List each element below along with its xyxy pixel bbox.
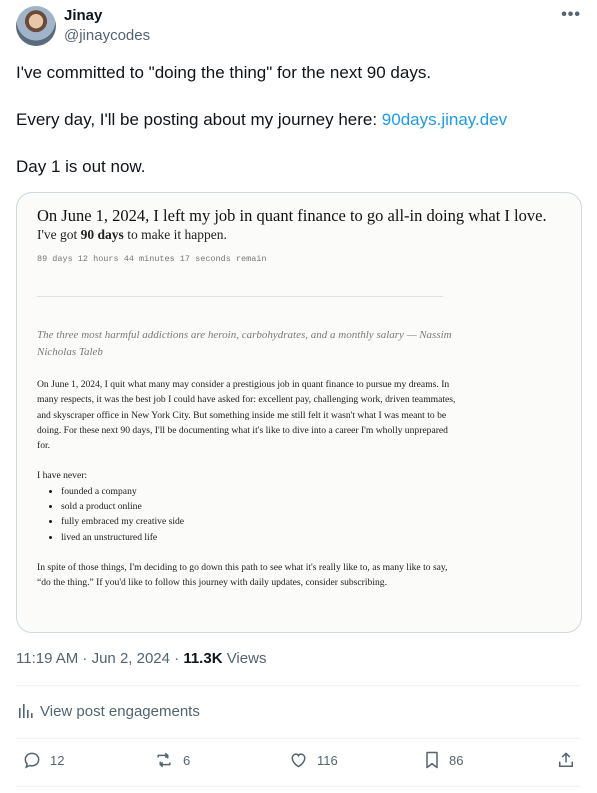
list-item: sold a product online (61, 499, 457, 514)
bookmark-icon (426, 751, 438, 769)
tweet-line-1: I've committed to "doing the thing" for … (16, 63, 432, 82)
share-button[interactable] (556, 750, 576, 770)
tweet-line-2-text: Every day, I'll be posting about my jour… (16, 110, 382, 129)
share-icon (559, 752, 573, 767)
list-item: founded a company (61, 484, 457, 499)
journey-link[interactable]: 90days.jinay.dev (382, 110, 507, 129)
analytics-icon (19, 704, 33, 718)
image-card[interactable]: On June 1, 2024, I left my job in quant … (16, 192, 582, 633)
reply-count: 12 (50, 752, 65, 768)
divider (16, 738, 581, 739)
heart-icon (291, 753, 306, 768)
list-item: lived an unstructured life (61, 530, 457, 545)
view-engagements-button[interactable]: View post engagements (16, 702, 200, 720)
like-count: 116 (317, 752, 338, 768)
view-engagements-label: View post engagements (40, 702, 200, 720)
card-body: On June 1, 2024, I quit what many may co… (37, 377, 457, 606)
card-quote: The three most harmful addictions are he… (37, 329, 452, 358)
views-count: 11.3K (183, 650, 223, 667)
author-handle[interactable]: @jinaycodes (64, 27, 150, 44)
bookmark-count: 86 (449, 752, 464, 768)
repost-icon (157, 752, 171, 768)
views-label: Views (222, 650, 267, 667)
post-timestamp[interactable]: 11:19 AM · Jun 2, 2024 · (16, 650, 183, 667)
more-dots-icon[interactable]: ••• (561, 6, 581, 24)
card-paragraph-2: In spite of those things, I'm deciding t… (37, 561, 448, 589)
reply-icon (24, 752, 40, 769)
reply-button[interactable]: 12 (22, 750, 64, 770)
never-list: founded a company sold a product online … (37, 484, 457, 545)
never-heading: I have never: (37, 470, 88, 482)
post-meta: 11:19 AM · Jun 2, 2024 · 11.3K Views (16, 650, 266, 667)
avatar[interactable] (16, 6, 56, 46)
card-paragraph-1: On June 1, 2024, I quit what many may co… (37, 379, 456, 452)
card-subtitle: I've got 90 days to make it happen. (37, 227, 227, 242)
card-divider (37, 296, 443, 297)
divider (16, 786, 581, 787)
author-name[interactable]: Jinay (64, 7, 102, 24)
tweet-line-3: Day 1 is out now. (16, 157, 146, 176)
action-bar: 12 6 116 86 (16, 750, 581, 774)
countdown-timer: 89 days 12 hours 44 minutes 17 seconds r… (37, 254, 267, 264)
tweet-text: I've committed to "doing the thing" for … (16, 61, 581, 202)
like-button[interactable]: 116 (288, 750, 338, 770)
card-title: On June 1, 2024, I left my job in quant … (37, 206, 547, 225)
bookmark-button[interactable]: 86 (423, 750, 463, 770)
repost-count: 6 (183, 752, 191, 768)
divider (16, 685, 581, 686)
repost-button[interactable]: 6 (153, 750, 190, 770)
list-item: fully embraced my creative side (61, 514, 457, 529)
tweet-line-2: Every day, I'll be posting about my jour… (16, 108, 581, 132)
